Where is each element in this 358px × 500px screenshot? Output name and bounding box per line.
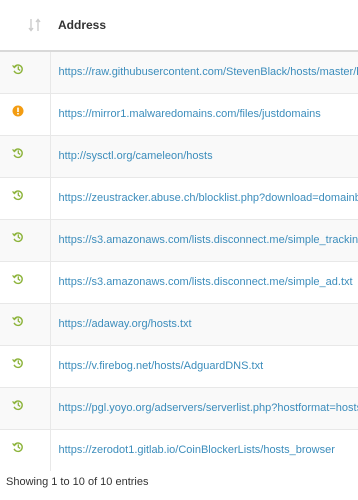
table-header-row: Address	[0, 0, 358, 52]
adlists-table: Address https://raw.githubusercontent.co…	[0, 0, 358, 471]
history-icon[interactable]	[12, 273, 24, 285]
history-icon[interactable]	[12, 189, 24, 201]
history-icon[interactable]	[12, 147, 24, 159]
sort-icon[interactable]	[28, 17, 42, 33]
table-body: https://raw.githubusercontent.com/Steven…	[0, 50, 358, 471]
table-row: https://raw.githubusercontent.com/Steven…	[0, 50, 358, 93]
status-cell	[0, 428, 51, 471]
address-column-header[interactable]: Address	[50, 0, 358, 52]
address-link[interactable]: https://zeustracker.abuse.ch/blocklist.p…	[50, 176, 358, 219]
table-row: https://zerodot1.gitlab.io/CoinBlockerLi…	[0, 428, 358, 471]
table-row: https://v.firebog.net/hosts/AdguardDNS.t…	[0, 344, 358, 387]
table-row: https://pgl.yoyo.org/adservers/serverlis…	[0, 386, 358, 429]
table-row: https://zeustracker.abuse.ch/blocklist.p…	[0, 176, 358, 219]
status-cell	[0, 386, 51, 429]
history-icon[interactable]	[12, 63, 24, 75]
status-cell	[0, 134, 51, 177]
exclamation-circle-icon[interactable]	[12, 105, 24, 117]
table-row: https://s3.amazonaws.com/lists.disconnec…	[0, 218, 358, 261]
address-link[interactable]: https://s3.amazonaws.com/lists.disconnec…	[50, 218, 358, 261]
history-icon[interactable]	[12, 399, 24, 411]
table-row: http://sysctl.org/cameleon/hosts	[0, 134, 358, 177]
status-cell	[0, 92, 51, 135]
address-link[interactable]: https://s3.amazonaws.com/lists.disconnec…	[50, 260, 358, 303]
table-row: https://s3.amazonaws.com/lists.disconnec…	[0, 260, 358, 303]
history-icon[interactable]	[12, 357, 24, 369]
table-row: https://adaway.org/hosts.txt	[0, 302, 358, 345]
status-cell	[0, 50, 51, 93]
status-cell	[0, 218, 51, 261]
address-link[interactable]: http://sysctl.org/cameleon/hosts	[50, 134, 358, 177]
status-cell	[0, 344, 51, 387]
address-link[interactable]: https://v.firebog.net/hosts/AdguardDNS.t…	[50, 344, 358, 387]
address-link[interactable]: https://raw.githubusercontent.com/Steven…	[50, 50, 358, 93]
history-icon[interactable]	[12, 315, 24, 327]
history-icon[interactable]	[12, 441, 24, 453]
address-link[interactable]: https://mirror1.malwaredomains.com/files…	[50, 92, 358, 135]
status-column-header[interactable]	[0, 0, 50, 52]
status-cell	[0, 176, 51, 219]
status-cell	[0, 260, 51, 303]
adlists-table-panel: Address https://raw.githubusercontent.co…	[0, 0, 358, 500]
address-link[interactable]: https://adaway.org/hosts.txt	[50, 302, 358, 345]
history-icon[interactable]	[12, 231, 24, 243]
table-row: https://mirror1.malwaredomains.com/files…	[0, 92, 358, 135]
table-info: Showing 1 to 10 of 10 entries	[6, 476, 149, 488]
address-link[interactable]: https://zerodot1.gitlab.io/CoinBlockerLi…	[50, 428, 358, 471]
address-link[interactable]: https://pgl.yoyo.org/adservers/serverlis…	[50, 386, 358, 429]
status-cell	[0, 302, 51, 345]
